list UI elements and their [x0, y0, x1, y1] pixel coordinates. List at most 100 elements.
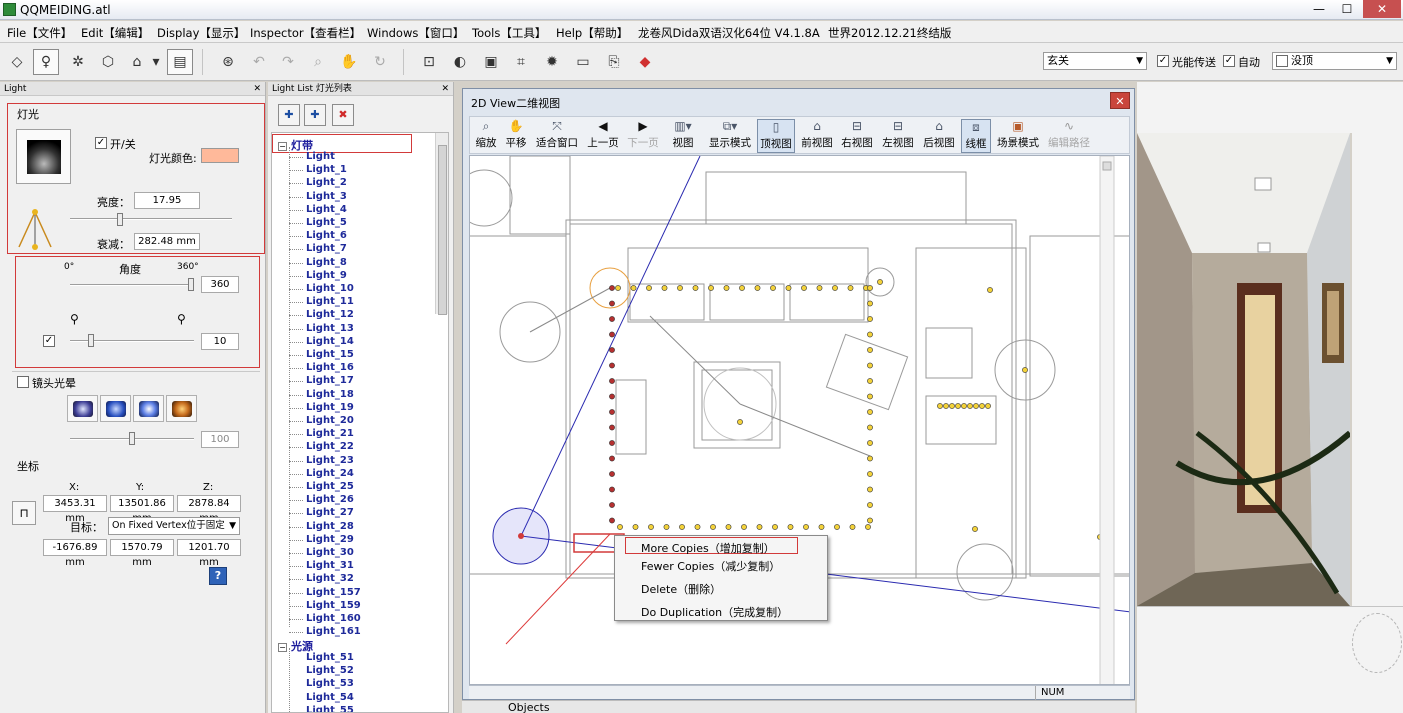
led-light-point[interactable]	[609, 486, 615, 493]
angle-field[interactable]: 360	[201, 276, 239, 293]
lamp-point[interactable]	[737, 419, 743, 425]
view2d-close-button[interactable]: ✕	[1110, 92, 1130, 109]
sun-icon[interactable]: ✲	[65, 49, 91, 75]
spot-checkbox[interactable]: ✓	[43, 335, 55, 347]
lamp-point[interactable]	[1022, 367, 1028, 373]
led-light-point[interactable]	[663, 524, 670, 530]
palette-icon[interactable]: ◐	[447, 49, 473, 75]
x-field[interactable]: 3453.31 mm	[43, 495, 107, 524]
cube-icon[interactable]: ⬡	[95, 49, 121, 75]
tree-item-light[interactable]: Light_22	[306, 441, 354, 452]
led-light-point[interactable]	[867, 409, 873, 415]
tree-item-light[interactable]: Light_30	[306, 547, 354, 558]
radiosity-checkbox[interactable]: ✓	[1157, 55, 1169, 67]
led-light-point[interactable]	[609, 362, 615, 369]
led-light-point[interactable]	[708, 285, 714, 291]
lens-preset-1[interactable]	[67, 395, 98, 422]
screen-icon[interactable]: ▭	[570, 49, 596, 75]
z-field[interactable]: 2878.84 mm	[177, 495, 241, 524]
y-field[interactable]: 13501.86 mm	[110, 495, 174, 524]
led-light-point[interactable]	[609, 393, 615, 400]
led-light-point[interactable]	[609, 517, 615, 524]
led-light-point[interactable]	[617, 524, 623, 530]
led-light-point[interactable]	[648, 524, 654, 530]
led-light-point[interactable]	[867, 455, 873, 462]
led-light-point[interactable]	[867, 502, 873, 508]
tool-left-view[interactable]: ⊟ 左视图	[880, 119, 916, 153]
tool-view[interactable]: ▥▾ 视图	[669, 119, 697, 153]
auto-checkbox[interactable]: ✓	[1223, 55, 1235, 67]
tree-item-light[interactable]: Light_9	[306, 270, 347, 281]
tree-item-light[interactable]: Light_5	[306, 217, 347, 228]
tree-item-light[interactable]: Light_19	[306, 402, 354, 413]
menu-display[interactable]: Display【显示】	[157, 25, 245, 41]
falloff-field[interactable]: 282.48 mm	[134, 233, 200, 250]
tree-item-light[interactable]: Light_4	[306, 204, 347, 215]
lamp-point[interactable]	[987, 287, 993, 293]
material-icon[interactable]: ⌂	[124, 49, 150, 75]
led-light-point[interactable]	[609, 471, 615, 477]
tool-display-mode[interactable]: ⧉▾ 显示模式	[706, 119, 754, 153]
tree-item-light[interactable]: Light_32	[306, 573, 354, 584]
redo-icon[interactable]: ↷	[275, 49, 301, 75]
tree-item-light[interactable]: Light_7	[306, 243, 347, 254]
target-y-field[interactable]: 1570.79 mm	[110, 539, 174, 568]
panel-toggle-icon[interactable]: ▤	[167, 49, 193, 75]
target-mode-combo[interactable]: On Fixed Vertex位于固定 ▼	[108, 517, 240, 535]
hand-icon[interactable]: ✋	[336, 49, 362, 75]
led-light-point[interactable]	[609, 502, 615, 508]
tree-item-light[interactable]: Light_159	[306, 600, 361, 611]
menu-file[interactable]: File【文件】	[7, 25, 72, 41]
led-light-point[interactable]	[816, 285, 823, 291]
tool-right-view[interactable]: ⊟ 右视图	[839, 119, 875, 153]
undo-icon[interactable]: ↶	[246, 49, 272, 75]
led-light-point[interactable]	[756, 524, 763, 530]
led-light-point[interactable]	[937, 403, 943, 409]
led-light-point[interactable]	[867, 424, 873, 431]
tree-item-light[interactable]: Light_54	[306, 692, 354, 703]
led-light-point[interactable]	[867, 347, 873, 353]
led-light-point[interactable]	[741, 524, 747, 530]
led-light-point[interactable]	[979, 403, 985, 409]
led-light-point[interactable]	[943, 403, 949, 409]
settings-gear-icon[interactable]: ✹	[539, 49, 565, 75]
led-light-point[interactable]	[834, 524, 840, 530]
close-icon[interactable]: ✕	[441, 82, 449, 96]
lamp-point[interactable]	[972, 526, 978, 532]
selected-light-point[interactable]	[518, 533, 524, 539]
dropdown-arrow-icon[interactable]: ▾	[149, 49, 163, 75]
tool-edit-path[interactable]: ∿ 编辑路径	[1045, 119, 1093, 153]
collapse-icon[interactable]: −	[278, 142, 287, 151]
menu-version[interactable]: 龙卷风Dida双语汉化64位 V4.1.8A	[638, 25, 820, 41]
lens-slider[interactable]	[129, 432, 135, 445]
led-light-point[interactable]	[832, 285, 838, 291]
led-light-point[interactable]	[609, 316, 615, 322]
led-light-point[interactable]	[609, 440, 615, 446]
tree-item-light[interactable]: Light_25	[306, 481, 354, 492]
lamp-point[interactable]	[877, 279, 883, 285]
led-light-point[interactable]	[609, 424, 615, 431]
led-light-point[interactable]	[739, 285, 745, 291]
help-icon[interactable]: ?	[209, 567, 227, 585]
paint-tool-icon[interactable]: ◇	[4, 49, 30, 75]
led-light-point[interactable]	[801, 285, 807, 291]
light-bulb-icon[interactable]: ♀	[33, 49, 59, 75]
scene-combo[interactable]: 玄关 ▼	[1043, 52, 1147, 70]
canvas-scrollbar[interactable]	[1099, 156, 1115, 685]
menu-fewer-copies[interactable]: Fewer Copies（减少复制）	[641, 558, 780, 574]
angle-slider[interactable]	[188, 278, 194, 291]
tool-next-page[interactable]: ▶ 下一页	[625, 119, 661, 153]
tree-item-light[interactable]: Light_26	[306, 494, 354, 505]
led-light-point[interactable]	[615, 285, 621, 291]
frame-icon[interactable]: ⊡	[416, 49, 442, 75]
tree-item-light[interactable]: Light_11	[306, 296, 354, 307]
tree-item-light[interactable]: Light	[306, 151, 335, 162]
tool-back-view[interactable]: ⌂ 后视图	[921, 119, 957, 153]
tree-item-light[interactable]: Light_6	[306, 230, 347, 241]
render-icon[interactable]: ◆	[632, 49, 658, 75]
led-light-point[interactable]	[694, 524, 701, 530]
tool-zoom[interactable]: ⌕ 缩放	[474, 119, 498, 153]
tree-item-light[interactable]: Light_55	[306, 705, 354, 712]
tree-item-light[interactable]: Light_27	[306, 507, 354, 518]
target-z-field[interactable]: 1201.70 mm	[177, 539, 241, 568]
